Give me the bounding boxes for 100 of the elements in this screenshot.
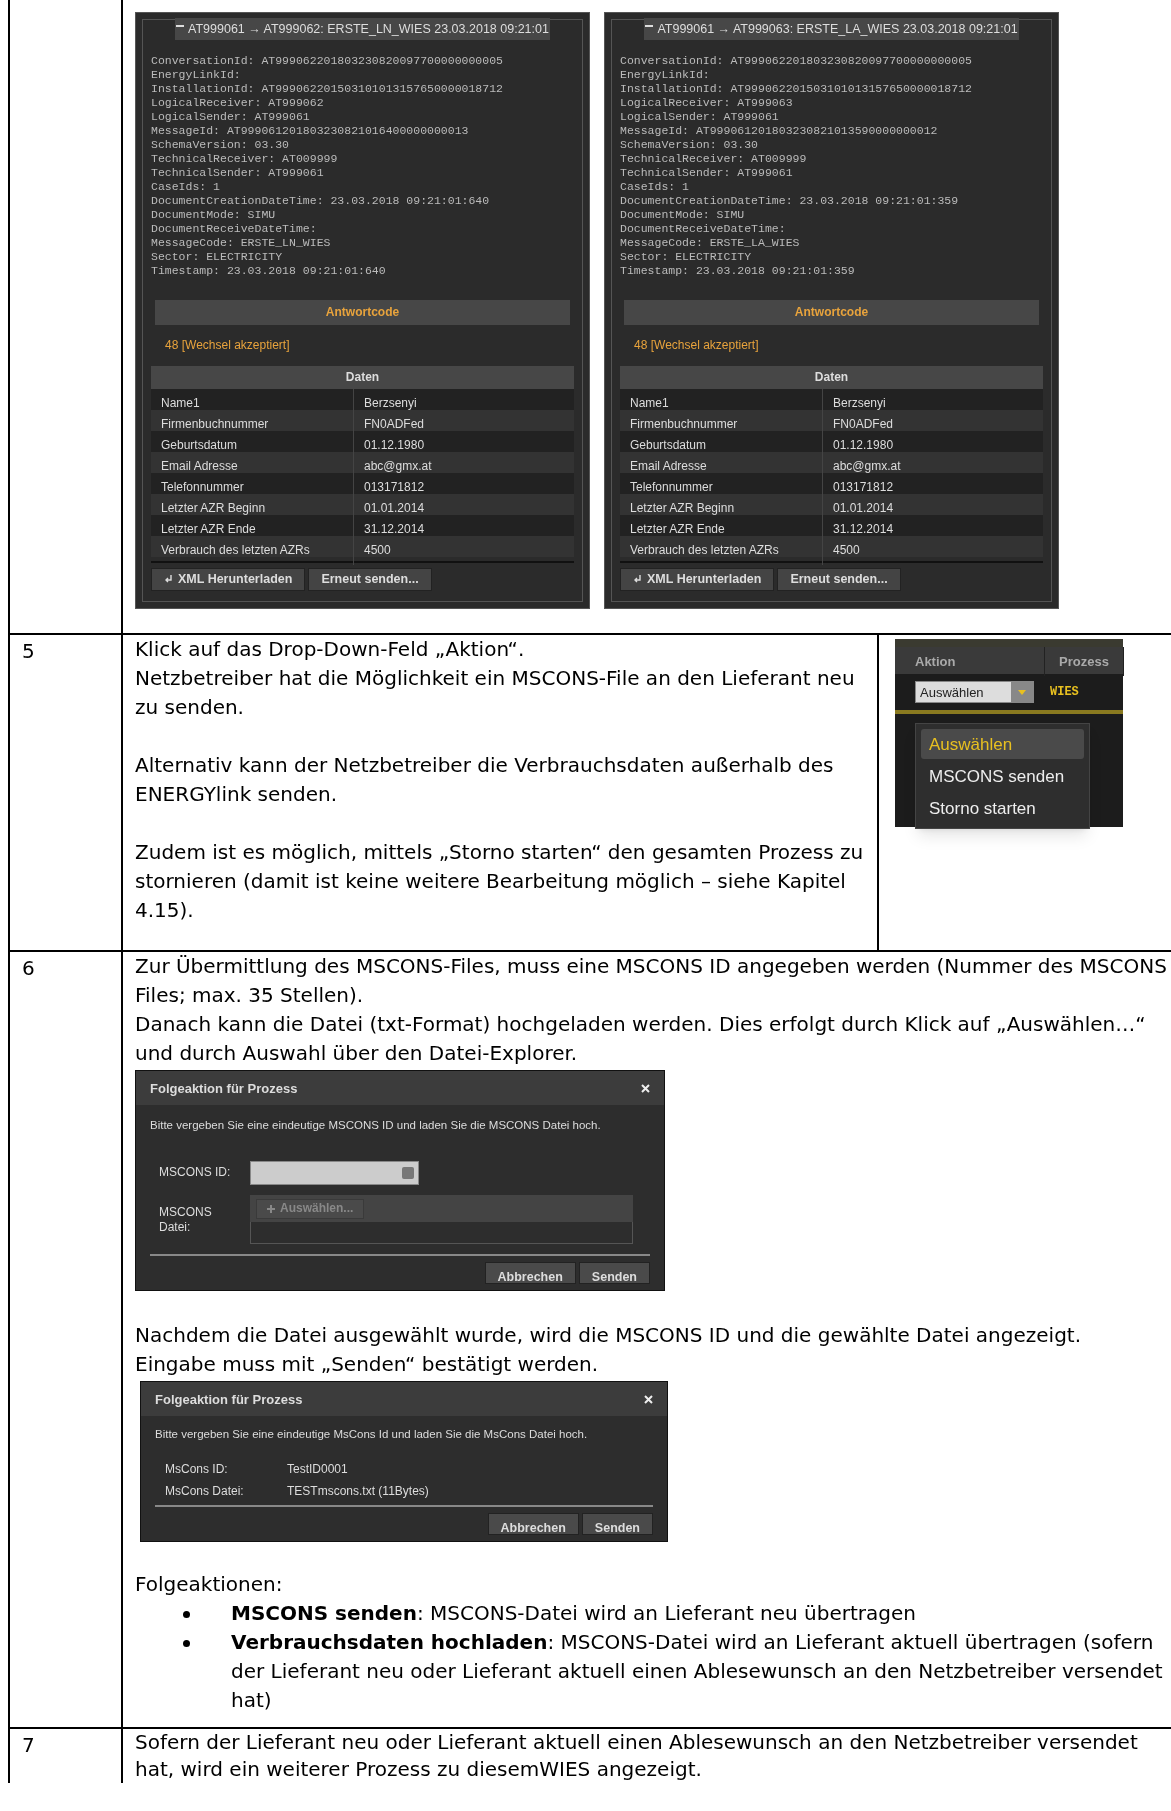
menu-item[interactable]: Auswählen bbox=[921, 729, 1084, 759]
menu-item[interactable]: MSCONS senden bbox=[921, 761, 1084, 791]
message-field: DocumentMode: SIMU bbox=[151, 208, 574, 222]
download-button[interactable]: XML Herunterladen bbox=[620, 568, 775, 591]
dialog-instructions: Bitte vergeben Sie eine eindeutige MSCONS ID und laden Sie die MSCONS Datei hoch. bbox=[150, 1118, 602, 1133]
message-field: Timestamp: 23.03.2018 09:21:01:359 bbox=[620, 264, 1043, 278]
list-item: Verbrauchsdaten hochladen: MSCONS-Datei wird an Lieferant aktuell übertragen (sofern der Lieferant neu oder Lieferant aktuell einen Ablesewunsch an den Netzbetreiber versendet hat) bbox=[231, 1629, 1164, 1714]
section-header: Antwortcode bbox=[155, 300, 570, 325]
step-number: 7 bbox=[22, 1733, 35, 1757]
panel-title-text: AT999061 → AT999062: ERSTE_LN_WIES 23.03.2018 09:21:01 bbox=[188, 20, 549, 38]
process-cell-text: WIES bbox=[1050, 683, 1079, 701]
message-field: DocumentCreationDateTime: 23.03.2018 09:21:01:359 bbox=[620, 194, 1043, 208]
table-cell-text: 01.01.2014 bbox=[363, 500, 426, 517]
response-code: 48 [Wechsel akzeptiert] bbox=[165, 337, 291, 354]
message-field: LogicalSender: AT999061 bbox=[620, 110, 1043, 124]
column-header: Prozess bbox=[1045, 647, 1124, 676]
section-header: Daten bbox=[151, 366, 574, 389]
message-field: MessageId: AT999061201803230821016400000000013 bbox=[151, 124, 574, 138]
field-label: MSCONS Datei: bbox=[158, 1204, 213, 1236]
table-cell-text: 013171812 bbox=[363, 479, 426, 496]
field-value: TESTmscons.txt (11Bytes) bbox=[287, 1483, 430, 1500]
message-field: EnergyLinkId: bbox=[151, 68, 574, 82]
message-field: TechnicalSender: AT999061 bbox=[151, 166, 574, 180]
message-field: SchemaVersion: 03.30 bbox=[151, 138, 574, 152]
return-arrow-icon bbox=[164, 575, 172, 584]
paragraph: Nachdem die Datei ausgewählt wurde, wird die MSCONS ID und die gewählte Datei angezeigt. bbox=[135, 1322, 1083, 1349]
message-field: DocumentReceiveDateTime: bbox=[620, 222, 1043, 236]
step-number: 6 bbox=[22, 956, 35, 980]
download-button[interactable]: XML Herunterladen bbox=[151, 568, 306, 591]
panel-title[interactable]: AT999061 → AT999063: ERSTE_LA_WIES 23.03.2018 09:21:01 bbox=[644, 18, 1019, 40]
section-header: Daten bbox=[620, 366, 1043, 389]
message-field: LogicalSender: AT999061 bbox=[151, 110, 574, 124]
message-field: EnergyLinkId: bbox=[620, 68, 1043, 82]
send-button[interactable]: Senden bbox=[581, 1513, 653, 1535]
return-arrow-icon bbox=[633, 575, 641, 584]
message-field: CaseIds: 1 bbox=[620, 180, 1043, 194]
table-cell-text: 31.12.2014 bbox=[363, 521, 426, 538]
message-field: TechnicalReceiver: AT009999 bbox=[151, 152, 574, 166]
message-field: Sector: ELECTRICITY bbox=[151, 250, 574, 264]
table-cell-text: Berzsenyi bbox=[832, 395, 887, 412]
message-field: MessageId: AT999061201803230821013590000000012 bbox=[620, 124, 1043, 138]
dialog-title: Folgeaktion für Prozess bbox=[155, 1390, 303, 1409]
field-label: MsCons ID: bbox=[165, 1461, 229, 1478]
message-field: CaseIds: 1 bbox=[151, 180, 574, 194]
message-field: InstallationId: AT999062201503101013157650000018712 bbox=[151, 82, 574, 96]
message-field: MessageCode: ERSTE_LN_WIES bbox=[151, 236, 574, 250]
dots-icon bbox=[402, 1166, 414, 1179]
table-cell-text: 013171812 bbox=[832, 479, 895, 496]
table-cell-text: 31.12.2014 bbox=[832, 521, 895, 538]
paragraph: Klick auf das Drop-Down-Feld „Aktion“. bbox=[135, 636, 526, 663]
cancel-button[interactable]: Abbrechen bbox=[487, 1513, 579, 1535]
paragraph: Zur Übermittlung des MSCONS-Files, muss eine MSCONS ID angegeben werden (Nummer des MSCONS Files; max. 35 Stellen). bbox=[135, 953, 1168, 1009]
list-item: MSCONS senden: MSCONS-Datei wird an Lieferant neu übertragen bbox=[231, 1600, 916, 1627]
dialog-instructions: Bitte vergeben Sie eine eindeutige MsCons Id und laden Sie die MsCons Datei hoch. bbox=[155, 1427, 589, 1442]
message-field: TechnicalSender: AT999061 bbox=[620, 166, 1043, 180]
table-cell-text: 4500 bbox=[363, 542, 392, 559]
message-field: TechnicalReceiver: AT009999 bbox=[620, 152, 1043, 166]
paragraph: Alternativ kann der Netzbetreiber die Verbrauchsdaten außerhalb des ENERGYlink senden. bbox=[135, 752, 835, 808]
send-button[interactable]: Senden bbox=[578, 1262, 650, 1284]
field-label: MsCons Datei: bbox=[165, 1483, 245, 1500]
close-icon[interactable] bbox=[641, 1083, 650, 1093]
paragraph: Danach kann die Datei (txt-Format) hochgeladen werden. Dies erfolgt durch Klick auf „Auswählen…“ und durch Auswahl über den Datei-Explorer. bbox=[135, 1011, 1147, 1067]
select-field[interactable]: Auswählen bbox=[915, 681, 1034, 703]
menu-item[interactable]: Storno starten bbox=[921, 793, 1084, 823]
table-cell-text: 4500 bbox=[832, 542, 861, 559]
resend-button[interactable]: Erneut senden... bbox=[777, 568, 901, 591]
table-cell-text: Berzsenyi bbox=[363, 395, 418, 412]
paragraph: Sofern der Lieferant neu oder Lieferant aktuell einen Ablesewunsch an den Netzbetreiber versendet hat, wird ein weiterer Prozess zu diesemWIES angezeigt. bbox=[135, 1729, 1139, 1783]
plus-icon bbox=[267, 1204, 275, 1213]
table-cell-text: FN0ADFed bbox=[832, 416, 895, 433]
field-label: MSCONS ID: bbox=[158, 1164, 232, 1181]
paragraph: Zudem ist es möglich, mittels „Storno starten“ den gesamten Prozess zu stornieren (damit ist keine weitere Bearbeitung möglich – siehe Kapitel 4.15). bbox=[135, 839, 865, 924]
resend-button[interactable]: Erneut senden... bbox=[308, 568, 432, 591]
table-cell-text: 01.12.1980 bbox=[832, 437, 895, 454]
message-field: ConversationId: AT999062201803230820097700000000005 bbox=[151, 54, 574, 68]
panel-title-text: AT999061 → AT999063: ERSTE_LA_WIES 23.03.2018 09:21:01 bbox=[657, 20, 1018, 38]
column-header: Aktion bbox=[895, 647, 1045, 676]
bullet-icon bbox=[183, 1640, 190, 1647]
section-header: Antwortcode bbox=[624, 300, 1039, 325]
message-field: InstallationId: AT999062201503101013157650000018712 bbox=[620, 82, 1043, 96]
table-cell-text: 01.12.1980 bbox=[363, 437, 426, 454]
message-field: LogicalReceiver: AT999062 bbox=[151, 96, 574, 110]
cancel-button[interactable]: Abbrechen bbox=[484, 1262, 576, 1284]
field-value: TestID0001 bbox=[287, 1461, 349, 1478]
table-cell-text: abc@gmx.at bbox=[363, 458, 433, 475]
message-field: ConversationId: AT999062201803230820097700000000005 bbox=[620, 54, 1043, 68]
table-cell-text: abc@gmx.at bbox=[832, 458, 902, 475]
message-field: DocumentCreationDateTime: 23.03.2018 09:21:01:640 bbox=[151, 194, 574, 208]
message-field: MessageCode: ERSTE_LA_WIES bbox=[620, 236, 1043, 250]
close-icon[interactable] bbox=[644, 1394, 653, 1404]
panel-title[interactable]: AT999061 → AT999062: ERSTE_LN_WIES 23.03.2018 09:21:01 bbox=[175, 18, 550, 40]
input-field[interactable] bbox=[250, 1160, 419, 1185]
bullet-icon bbox=[183, 1611, 190, 1618]
dialog-title: Folgeaktion für Prozess bbox=[150, 1079, 298, 1098]
message-field: DocumentMode: SIMU bbox=[620, 208, 1043, 222]
step-number: 5 bbox=[22, 639, 35, 663]
message-field: LogicalReceiver: AT999063 bbox=[620, 96, 1043, 110]
paragraph: Netzbetreiber hat die Möglichkeit ein MSCONS-File an den Lieferant neu zu senden. bbox=[135, 665, 856, 721]
response-code: 48 [Wechsel akzeptiert] bbox=[634, 337, 760, 354]
message-field: Sector: ELECTRICITY bbox=[620, 250, 1043, 264]
